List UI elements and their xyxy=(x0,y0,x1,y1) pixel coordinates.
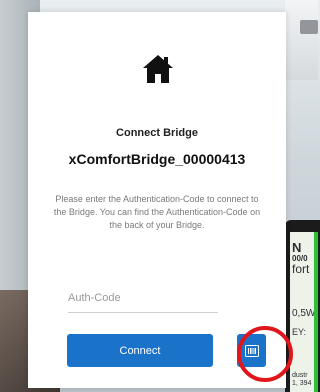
device-label-text: 0,5W xyxy=(292,308,316,319)
home-icon xyxy=(142,54,174,84)
background-top-right xyxy=(285,0,318,80)
dialog-description: Please enter the Authentication-Code to … xyxy=(53,194,261,230)
device-label-text: 1, 394 xyxy=(292,380,312,387)
connect-button[interactable]: Connect xyxy=(67,334,213,367)
barcode-scan-icon xyxy=(237,344,266,357)
device-label-text: EY: xyxy=(292,327,307,337)
dialog-title: Connect Bridge xyxy=(116,127,198,139)
device-label: N 00/0 fort 0,5W EY: dustr 1, 394 xyxy=(290,232,318,392)
scan-barcode-button[interactable] xyxy=(237,334,266,367)
device-label-stripe xyxy=(314,232,318,392)
bridge-id: xComfortBridge_00000413 xyxy=(68,151,246,167)
device-label-text: N xyxy=(292,240,302,255)
background-object xyxy=(300,20,318,34)
device-label-text: dustr xyxy=(292,372,308,379)
connect-bridge-dialog: Connect Bridge xComfortBridge_00000413 P… xyxy=(28,12,293,388)
auth-code-input[interactable] xyxy=(68,284,218,313)
device-label-text: fort xyxy=(292,262,310,276)
